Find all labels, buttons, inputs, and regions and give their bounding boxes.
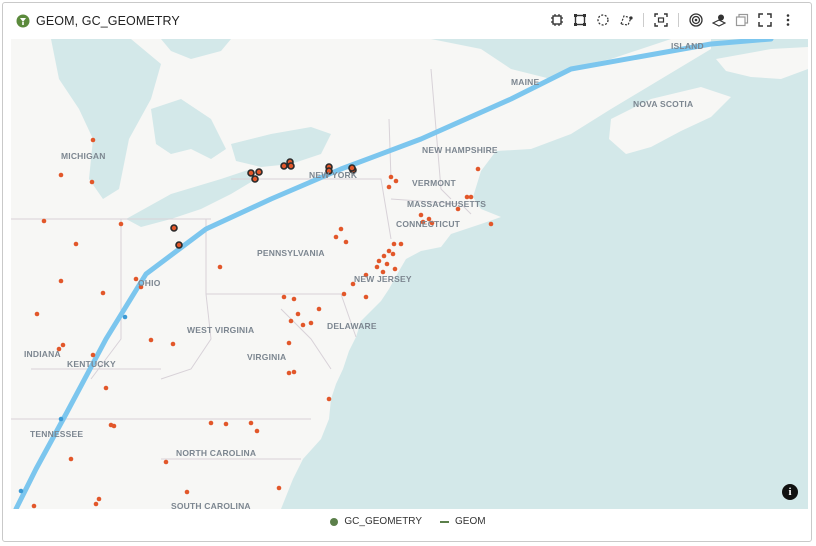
toolbar-separator [643,13,644,27]
label-delaware: DELAWARE [327,321,377,331]
map-legend: GC_GEOMETRY GEOM [0,516,816,527]
label-indiana: INDIANA [24,349,61,359]
label-vermont: VERMONT [412,178,456,188]
map-canvas[interactable]: ISLAND MAINE NOVA SCOTIA MICHIGAN NEW HA… [11,39,808,509]
label-nova-scotia: NOVA SCOTIA [633,99,694,109]
label-maine: MAINE [511,77,540,87]
toolbar-separator [678,13,679,27]
label-north-carolina: NORTH CAROLINA [176,448,257,458]
label-new-jersey: NEW JERSEY [354,274,412,284]
legend-label: GEOM [455,516,486,527]
square-select-icon[interactable] [572,12,588,28]
label-virginia: VIRGINIA [247,352,287,362]
label-new-hampshire: NEW HAMPSHIRE [422,145,498,155]
polygon-select-icon[interactable] [618,12,634,28]
label-ohio: OHIO [138,278,161,288]
label-massachusetts: MASSACHUSETTS [407,199,487,209]
legend-item-gc-geometry[interactable]: GC_GEOMETRY [330,516,422,527]
info-button[interactable]: i [782,484,798,500]
label-tennessee: TENNESSEE [30,429,84,439]
kebab-icon[interactable] [780,12,796,28]
label-kentucky: KENTUCKY [67,359,116,369]
target-icon[interactable] [688,12,704,28]
zoom-fit-icon[interactable] [653,12,669,28]
fullscreen-icon[interactable] [757,12,773,28]
line-swatch-icon [440,520,450,523]
map-toolbar [549,12,796,28]
point-swatch-icon [330,517,339,526]
label-michigan: MICHIGAN [61,151,106,161]
label-south-carolina: SOUTH CAROLINA [171,501,251,509]
layers-icon[interactable] [711,12,727,28]
layer-globe-icon [16,14,30,28]
label-connecticut: CONNECTICUT [396,219,461,229]
label-west-virginia: WEST VIRGINIA [187,325,255,335]
panel-title: GEOM, GC_GEOMETRY [36,14,180,28]
legend-item-geom[interactable]: GEOM [440,516,486,527]
chip-icon[interactable] [549,12,565,28]
panel-header: GEOM, GC_GEOMETRY [10,8,802,38]
circle-dashed-icon[interactable] [595,12,611,28]
label-new-york: NEW YORK [309,170,358,180]
title-group: GEOM, GC_GEOMETRY [16,14,180,28]
copy-icon[interactable] [734,12,750,28]
legend-label: GC_GEOMETRY [344,516,423,527]
label-pennsylvania: PENNSYLVANIA [257,248,325,258]
label-island: ISLAND [671,41,704,51]
